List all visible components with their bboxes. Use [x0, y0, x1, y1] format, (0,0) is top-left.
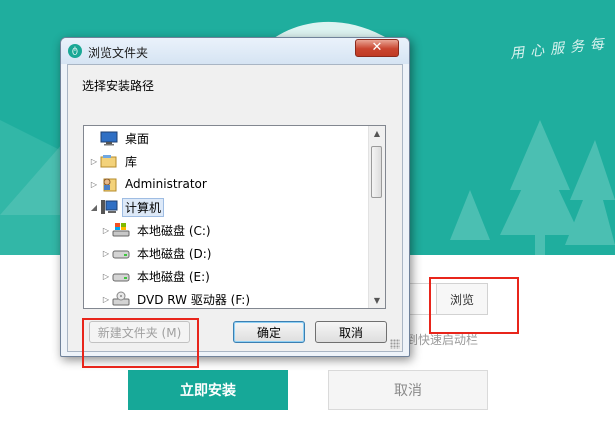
scroll-up-icon[interactable]: ▲: [372, 129, 382, 138]
drive-icon: [112, 268, 130, 284]
dialog-prompt: 选择安装路径: [82, 79, 155, 93]
desktop-icon: [100, 130, 118, 146]
tree-item-administrator[interactable]: ▷ Administrator: [88, 173, 210, 195]
expander-icon[interactable]: ▷: [100, 249, 112, 258]
expander-icon[interactable]: ▷: [100, 272, 112, 281]
folder-tree[interactable]: 桌面 ▷ 库 ▷ Administrator ◢ 计算机 ▷ 本地磁盘 (C:)…: [83, 125, 386, 309]
expander-icon[interactable]: ▷: [88, 180, 100, 189]
new-folder-button[interactable]: 新建文件夹 (M): [89, 321, 190, 343]
computer-icon: [100, 199, 118, 215]
tree-scrollbar[interactable]: ▲ ▼: [368, 126, 385, 308]
tree-item-label: 本地磁盘 (C:): [137, 223, 211, 238]
app-logo-icon: ტ: [68, 44, 82, 58]
close-button[interactable]: ✕: [355, 39, 399, 57]
dvd-drive-icon: [112, 291, 130, 307]
expander-icon[interactable]: ▷: [100, 295, 112, 304]
dialog-title: 浏览文件夹: [88, 46, 149, 60]
tree-item-label: 本地磁盘 (D:): [137, 246, 212, 261]
tree-item-label: 库: [125, 154, 138, 169]
dialog-cancel-button[interactable]: 取消: [315, 321, 387, 343]
ok-button[interactable]: 确定: [233, 321, 305, 343]
tree-item-label: 桌面: [125, 131, 150, 146]
dialog-titlebar[interactable]: ტ 浏览文件夹 ✕: [61, 38, 409, 64]
browse-button[interactable]: 浏览: [436, 283, 488, 315]
tree-item-label: DVD RW 驱动器 (F:): [137, 292, 251, 307]
resize-grip-icon[interactable]: [390, 339, 400, 349]
browse-folder-dialog: ტ 浏览文件夹 ✕ 选择安装路径 桌面 ▷ 库 ▷ Administrator …: [60, 37, 410, 357]
tree-item-label: Administrator: [125, 177, 207, 191]
quick-launch-option-text: 到快速启动栏: [406, 333, 479, 347]
expander-icon[interactable]: ▷: [100, 226, 112, 235]
installer-cancel-button[interactable]: 取消: [328, 370, 488, 410]
library-icon: [100, 153, 118, 169]
tree-item-computer[interactable]: ◢ 计算机: [88, 196, 165, 218]
install-now-button[interactable]: 立即安装: [128, 370, 288, 410]
tree-item-label: 本地磁盘 (E:): [137, 269, 210, 284]
tree-item-label: 计算机: [122, 197, 165, 217]
user-folder-icon: [100, 176, 118, 192]
tree-item-drive-d[interactable]: ▷ 本地磁盘 (D:): [100, 242, 214, 264]
tree-item-desktop[interactable]: 桌面: [88, 127, 152, 149]
tree-item-library[interactable]: ▷ 库: [88, 150, 140, 172]
system-drive-icon: [112, 222, 130, 238]
drive-icon: [112, 245, 130, 261]
tree-item-dvd-f[interactable]: ▷ DVD RW 驱动器 (F:): [100, 288, 253, 308]
tree-item-drive-e[interactable]: ▷ 本地磁盘 (E:): [100, 265, 213, 287]
scrollbar-thumb[interactable]: [371, 146, 382, 198]
dialog-body: 选择安装路径 桌面 ▷ 库 ▷ Administrator ◢ 计算机 ▷ 本地…: [67, 64, 403, 352]
tree-item-drive-c[interactable]: ▷ 本地磁盘 (C:): [100, 219, 214, 241]
expander-icon[interactable]: ▷: [88, 157, 100, 166]
collapse-icon[interactable]: ◢: [88, 203, 100, 212]
scroll-down-icon[interactable]: ▼: [372, 296, 382, 305]
